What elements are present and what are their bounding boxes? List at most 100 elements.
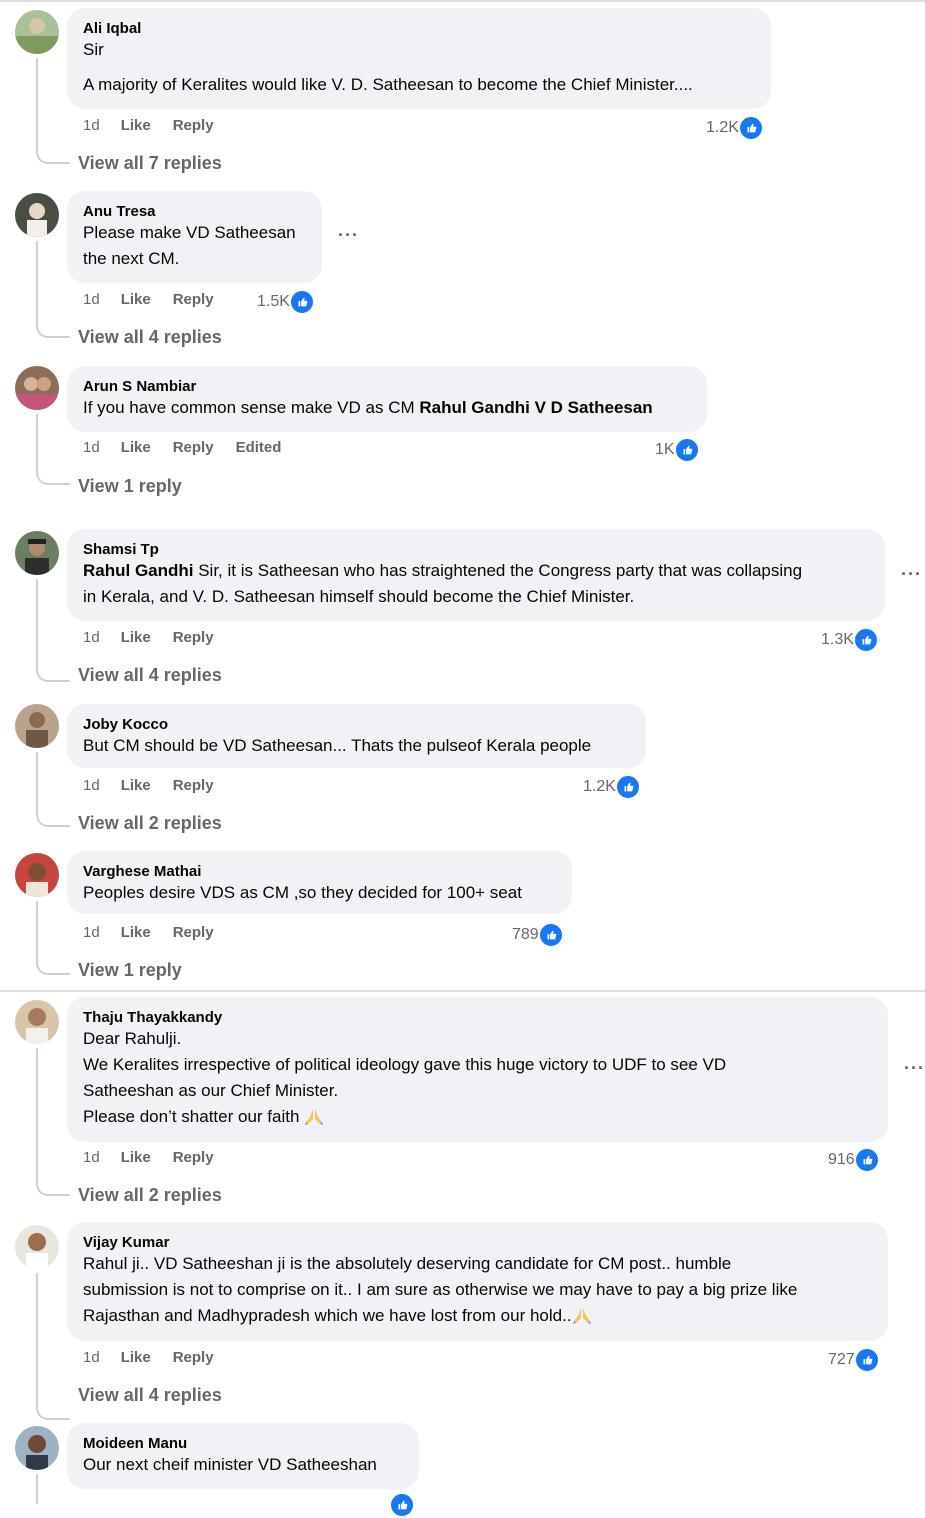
timestamp[interactable]: 1d [83, 628, 100, 648]
reply-button[interactable]: Reply [173, 1148, 214, 1168]
reply-button[interactable]: Reply [173, 290, 214, 310]
avatar[interactable] [15, 531, 59, 575]
like-icon [852, 627, 879, 653]
author-name[interactable]: Vijay Kumar [83, 1233, 872, 1253]
comment-bubble: Thaju Thayakkandy Dear Rahulji. We Keral… [67, 997, 888, 1142]
view-replies-link[interactable]: View all 4 replies [78, 1383, 222, 1407]
view-replies-link[interactable]: View 1 reply [78, 474, 182, 498]
reaction-count[interactable]: 1.5K [257, 289, 315, 315]
reply-button[interactable]: Reply [173, 116, 214, 136]
thread-line [36, 579, 38, 669]
avatar[interactable] [15, 853, 59, 897]
reaction-count[interactable]: 1K [655, 437, 700, 463]
comment-text-plain: Rajasthan and Madhypradesh which we have… [83, 1306, 572, 1325]
timestamp[interactable]: 1d [83, 116, 100, 136]
reply-button[interactable]: Reply [173, 923, 214, 943]
reaction-count[interactable]: 1.2K [706, 115, 764, 141]
timestamp[interactable]: 1d [83, 438, 100, 458]
reaction-count[interactable]: 916 [828, 1147, 880, 1173]
thread-curve [36, 471, 70, 485]
reply-button[interactable]: Reply [173, 1348, 214, 1368]
comment-text: If you have common sense make VD as CM R… [83, 395, 691, 421]
thread-curve [36, 813, 70, 827]
reply-button[interactable]: Reply [173, 776, 214, 796]
comment-bubble: Varghese Mathai Peoples desire VDS as CM… [67, 851, 572, 914]
like-icon [853, 1347, 880, 1373]
author-name[interactable]: Moideen Manu [83, 1434, 403, 1454]
reaction-count[interactable]: 727 [828, 1347, 880, 1373]
view-replies-link[interactable]: View 1 reply [78, 958, 182, 982]
author-name[interactable]: Anu Tresa [83, 202, 306, 222]
like-button[interactable]: Like [121, 116, 151, 136]
avatar[interactable] [15, 1426, 59, 1470]
author-name[interactable]: Thaju Thayakkandy [83, 1008, 872, 1028]
avatar[interactable] [15, 193, 59, 237]
avatar[interactable] [15, 1225, 59, 1269]
author-name[interactable]: Ali Iqbal [83, 19, 755, 39]
reaction-number: 727 [828, 1351, 855, 1368]
reply-button[interactable]: Reply [173, 438, 214, 458]
like-button[interactable]: Like [121, 1348, 151, 1368]
avatar[interactable] [15, 366, 59, 410]
comment-text: A majority of Keralites would like V. D.… [83, 75, 693, 94]
author-name[interactable]: Shamsi Tp [83, 540, 869, 560]
author-name[interactable]: Arun S Nambiar [83, 377, 691, 397]
like-icon [537, 922, 564, 948]
comment-bubble: Anu Tresa Please make VD Satheesan the n… [67, 191, 322, 283]
like-icon [389, 1492, 415, 1518]
reaction-count[interactable] [389, 1492, 415, 1518]
thread-line [36, 1474, 38, 1504]
comment-bubble: Joby Kocco But CM should be VD Satheesan… [67, 704, 646, 768]
comment-text: Rahul ji.. VD Satheeshan ji is the absol… [83, 1254, 732, 1273]
mention-tag[interactable]: Rahul Gandhi [83, 561, 194, 580]
mention-tag[interactable]: Rahul Gandhi V D Satheesan [419, 398, 652, 417]
comment-text-last: Please don’t shatter our faith [83, 1104, 872, 1130]
more-options-icon[interactable]: ··· [901, 564, 922, 585]
more-options-icon[interactable]: ··· [338, 225, 359, 246]
thread-line [36, 901, 38, 962]
reaction-count[interactable]: 1.2K [583, 774, 641, 800]
comment-actions: 1d Like Reply [83, 116, 236, 136]
comment-actions: 1d Like Reply [83, 290, 236, 310]
like-button[interactable]: Like [121, 923, 151, 943]
author-name[interactable]: Joby Kocco [83, 715, 630, 735]
section-divider [0, 990, 925, 992]
thread-curve [36, 668, 70, 682]
timestamp[interactable]: 1d [83, 1348, 100, 1368]
timestamp[interactable]: 1d [83, 923, 100, 943]
reaction-count[interactable]: 1.3K [821, 627, 879, 653]
view-replies-link[interactable]: View all 7 replies [78, 151, 222, 175]
praying-hands-icon [572, 1306, 592, 1324]
reaction-count[interactable]: 789 [512, 922, 564, 948]
thread-line [36, 58, 38, 150]
avatar[interactable] [15, 704, 59, 748]
timestamp[interactable]: 1d [83, 1148, 100, 1168]
like-button[interactable]: Like [121, 628, 151, 648]
author-name[interactable]: Varghese Mathai [83, 862, 556, 882]
thread-line [36, 1273, 38, 1407]
comment-text: We Keralites irrespective of political i… [83, 1055, 727, 1074]
like-button[interactable]: Like [121, 438, 151, 458]
like-icon [288, 289, 315, 315]
view-replies-link[interactable]: View all 4 replies [78, 325, 222, 349]
like-button[interactable]: Like [121, 776, 151, 796]
avatar[interactable] [15, 1000, 59, 1044]
more-options-icon[interactable]: ··· [904, 1058, 925, 1079]
view-replies-link[interactable]: View all 2 replies [78, 811, 222, 835]
like-button[interactable]: Like [121, 290, 151, 310]
avatar[interactable] [15, 10, 59, 54]
like-button[interactable]: Like [121, 1148, 151, 1168]
view-replies-link[interactable]: View all 4 replies [78, 663, 222, 687]
comment-text-last: Rajasthan and Madhypradesh which we have… [83, 1303, 872, 1329]
edited-label[interactable]: Edited [236, 438, 282, 458]
reaction-number: 1K [655, 441, 675, 458]
praying-hands-icon [304, 1107, 324, 1125]
thread-curve [36, 1182, 70, 1196]
reply-button[interactable]: Reply [173, 628, 214, 648]
comment-text: Peoples desire VDS as CM ,so they decide… [83, 883, 522, 902]
view-replies-link[interactable]: View all 2 replies [78, 1183, 222, 1207]
timestamp[interactable]: 1d [83, 290, 100, 310]
comment-bubble: Arun S Nambiar If you have common sense … [67, 366, 707, 432]
timestamp[interactable]: 1d [83, 776, 100, 796]
thread-curve [36, 150, 70, 164]
